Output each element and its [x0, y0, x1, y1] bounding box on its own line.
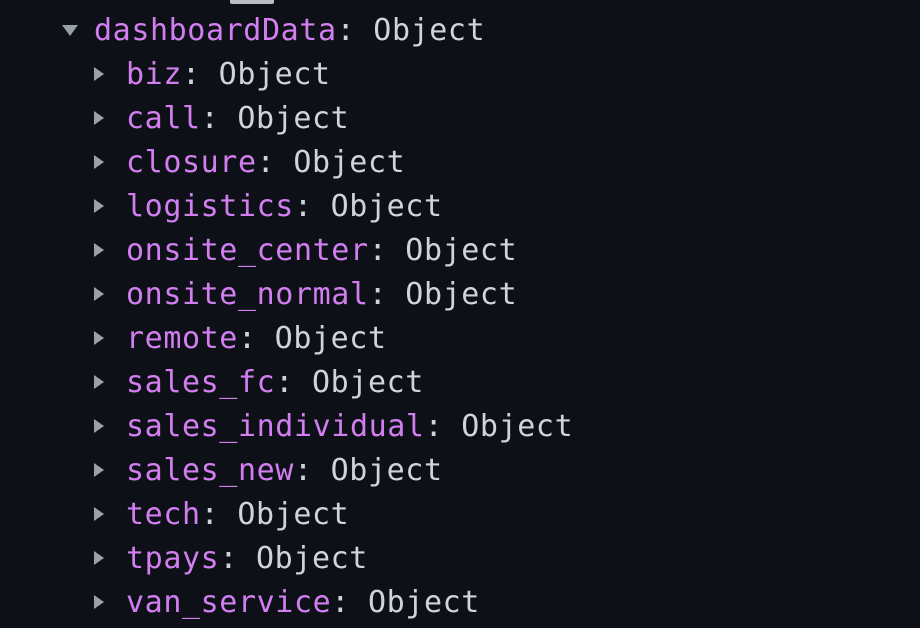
- property-value: Object: [274, 320, 387, 356]
- property-colon: :: [275, 364, 294, 400]
- property-key: sales_individual: [126, 408, 425, 444]
- caret-right-icon[interactable]: [94, 419, 104, 433]
- property-value: Object: [218, 56, 331, 92]
- caret-right-icon[interactable]: [94, 595, 104, 609]
- property-key: tech: [126, 496, 201, 532]
- property-value: Object: [255, 540, 368, 576]
- property-colon: :: [424, 408, 444, 444]
- caret-right-icon[interactable]: [94, 67, 104, 81]
- tree-row-closure[interactable]: closure: Object: [94, 140, 405, 184]
- tree-row-call[interactable]: call: Object: [94, 96, 349, 140]
- property-key: dashboardData: [94, 12, 337, 48]
- property-value: Object: [405, 276, 518, 312]
- property-colon: :: [237, 320, 257, 356]
- tree-row-dashboarddata[interactable]: dashboardData: Object: [62, 8, 485, 52]
- tree-row-tech[interactable]: tech: Object: [94, 492, 349, 536]
- property-colon: :: [293, 188, 313, 224]
- property-key: logistics: [126, 188, 294, 224]
- property-value: Object: [237, 100, 350, 136]
- property-colon: :: [368, 232, 388, 268]
- tree-row-sales-individual[interactable]: sales_individual: Object: [94, 404, 573, 448]
- property-colon: :: [219, 540, 238, 576]
- property-key: remote: [126, 320, 238, 356]
- caret-right-icon[interactable]: [94, 155, 104, 169]
- property-value: Object: [405, 232, 518, 268]
- property-colon: :: [182, 56, 201, 92]
- tree-row-remote[interactable]: remote: Object: [94, 316, 387, 360]
- property-value: Object: [461, 408, 574, 444]
- property-key: closure: [126, 144, 257, 180]
- tree-row-onsite-normal[interactable]: onsite_normal: Object: [94, 272, 517, 316]
- property-colon: :: [200, 496, 220, 532]
- property-colon: :: [368, 276, 388, 312]
- property-value: Object: [330, 188, 443, 224]
- property-key: tpays: [126, 540, 220, 576]
- tree-row-sales-new[interactable]: sales_new: Object: [94, 448, 443, 492]
- property-key: call: [126, 100, 201, 136]
- property-colon: :: [336, 12, 356, 48]
- clipped-previous-line: [230, 0, 274, 6]
- tree-row-biz[interactable]: biz: Object: [94, 52, 331, 96]
- property-key: sales_fc: [126, 364, 276, 400]
- tree-row-logistics[interactable]: logistics: Object: [94, 184, 443, 228]
- property-colon: :: [256, 144, 276, 180]
- tree-row-van-service[interactable]: van_service: Object: [94, 580, 480, 624]
- caret-right-icon[interactable]: [94, 199, 104, 213]
- tree-row-sales-fc[interactable]: sales_fc: Object: [94, 360, 424, 404]
- property-key: onsite_center: [126, 232, 369, 268]
- caret-right-icon[interactable]: [94, 331, 104, 345]
- caret-right-icon[interactable]: [94, 111, 104, 125]
- property-key: onsite_normal: [126, 276, 369, 312]
- property-value: Object: [367, 584, 480, 620]
- property-value: Object: [373, 12, 486, 48]
- caret-right-icon[interactable]: [94, 243, 104, 257]
- caret-right-icon[interactable]: [94, 507, 104, 521]
- property-value: Object: [237, 496, 350, 532]
- caret-right-icon[interactable]: [94, 287, 104, 301]
- property-key: sales_new: [126, 452, 294, 488]
- property-colon: :: [200, 100, 220, 136]
- property-key: biz: [126, 56, 182, 92]
- caret-down-icon[interactable]: [62, 24, 78, 36]
- tree-row-onsite-center[interactable]: onsite_center: Object: [94, 228, 517, 272]
- property-value: Object: [311, 364, 424, 400]
- property-colon: :: [331, 584, 350, 620]
- property-colon: :: [293, 452, 313, 488]
- tree-row-tpays[interactable]: tpays: Object: [94, 536, 368, 580]
- caret-right-icon[interactable]: [94, 375, 104, 389]
- caret-right-icon[interactable]: [94, 551, 104, 565]
- property-key: van_service: [126, 584, 332, 620]
- property-value: Object: [293, 144, 406, 180]
- property-value: Object: [330, 452, 443, 488]
- caret-right-icon[interactable]: [94, 463, 104, 477]
